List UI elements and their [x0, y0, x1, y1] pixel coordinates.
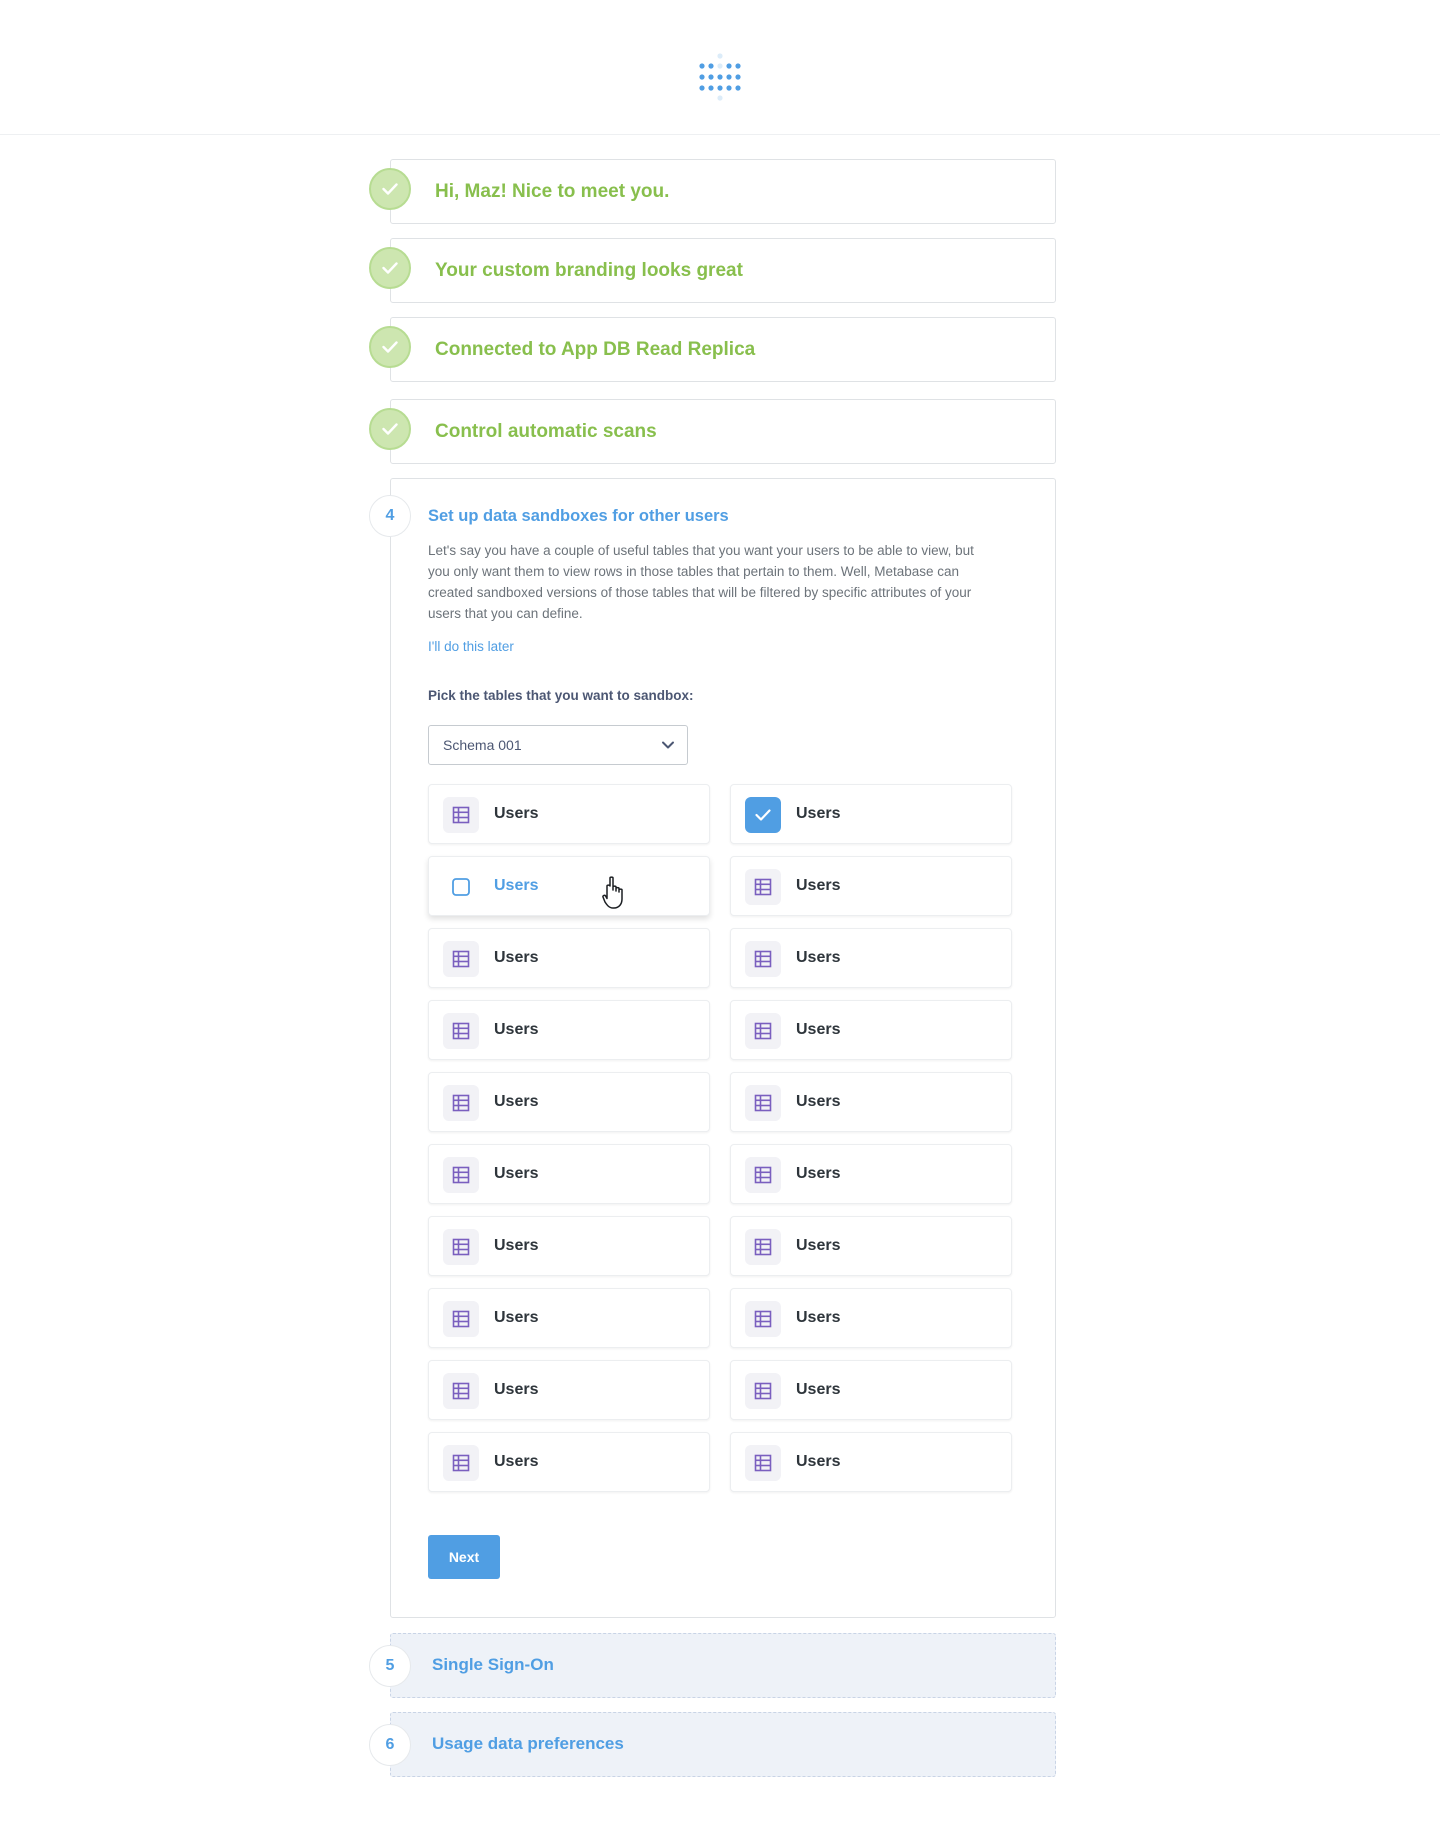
table-tile[interactable]: Users [730, 1288, 1012, 1348]
table-icon [443, 1157, 479, 1193]
step-database[interactable]: Connected to App DB Read Replica [390, 317, 1056, 382]
table-tile-label: Users [494, 1381, 539, 1398]
table-icon [745, 1301, 781, 1337]
step-title: Usage data preferences [432, 1734, 624, 1753]
step-title: Set up data sandboxes for other users [428, 507, 729, 525]
checkbox-checked-icon[interactable] [745, 797, 781, 833]
table-tile[interactable]: Users [730, 784, 1012, 844]
step-number-badge: 6 [369, 1724, 411, 1766]
table-tile-label: Users [494, 1309, 539, 1326]
table-tile-label: Users [796, 877, 841, 894]
check-icon [369, 408, 411, 450]
table-tile-label: Users [494, 805, 539, 822]
skip-link[interactable]: I'll do this later [428, 639, 514, 654]
table-icon [443, 941, 479, 977]
chevron-down-icon [662, 741, 674, 749]
table-tile[interactable]: Users [730, 856, 1012, 916]
check-icon [369, 247, 411, 289]
table-tile[interactable]: Users [428, 1072, 710, 1132]
table-tile-label: Users [494, 949, 539, 966]
table-tile[interactable]: Users [428, 856, 710, 916]
table-tile-label: Users [494, 1453, 539, 1470]
step-scans[interactable]: Control automatic scans [390, 399, 1056, 464]
table-tile-label: Users [494, 1093, 539, 1110]
step-greeting[interactable]: Hi, Maz! Nice to meet you. [390, 159, 1056, 224]
table-tile-label: Users [796, 1309, 841, 1326]
step-usage-data[interactable]: Usage data preferences [390, 1712, 1056, 1777]
table-icon [745, 1085, 781, 1121]
table-icon [443, 1445, 479, 1481]
table-icon [745, 941, 781, 977]
table-icon [745, 1013, 781, 1049]
table-icon [443, 1229, 479, 1265]
step-sandboxes: Set up data sandboxes for other users Le… [390, 478, 1056, 1618]
table-icon [745, 1445, 781, 1481]
table-tile[interactable]: Users [428, 928, 710, 988]
app-header [0, 0, 1440, 135]
table-tile[interactable]: Users [428, 1360, 710, 1420]
next-button[interactable]: Next [428, 1535, 500, 1579]
table-tile[interactable]: Users [428, 1432, 710, 1492]
step-sso[interactable]: Single Sign-On [390, 1633, 1056, 1698]
table-icon [745, 1229, 781, 1265]
table-icon [443, 1085, 479, 1121]
table-tile-label: Users [494, 1021, 539, 1038]
table-tile[interactable]: Users [730, 1432, 1012, 1492]
hand-pointer-icon [602, 876, 623, 909]
step-description: Let's say you have a couple of useful ta… [428, 543, 974, 621]
table-tile[interactable]: Users [730, 928, 1012, 988]
table-tile-label: Users [494, 877, 539, 894]
table-tile[interactable]: Users [428, 1216, 710, 1276]
table-tile[interactable]: Users [730, 1144, 1012, 1204]
table-tile[interactable]: Users [730, 1000, 1012, 1060]
table-icon [443, 1373, 479, 1409]
table-tile[interactable]: Users [730, 1072, 1012, 1132]
table-icon [745, 1157, 781, 1193]
table-icon [745, 1373, 781, 1409]
table-tile-label: Users [796, 805, 841, 822]
table-tile-label: Users [796, 949, 841, 966]
table-icon [745, 869, 781, 905]
step-branding[interactable]: Your custom branding looks great [390, 238, 1056, 303]
step-number-badge: 5 [369, 1645, 411, 1687]
schema-select-value: Schema 001 [443, 737, 522, 753]
step-title: Your custom branding looks great [435, 260, 743, 281]
table-tile-label: Users [796, 1093, 841, 1110]
schema-select[interactable]: Schema 001 [428, 725, 688, 765]
table-tile-label: Users [796, 1021, 841, 1038]
table-icon [443, 797, 479, 833]
table-icon [443, 1301, 479, 1337]
step-title: Control automatic scans [435, 421, 657, 442]
table-tile-label: Users [494, 1237, 539, 1254]
table-tile[interactable]: Users [428, 1144, 710, 1204]
table-icon [443, 1013, 479, 1049]
checkbox-empty-icon[interactable] [443, 869, 479, 905]
table-tile[interactable]: Users [428, 784, 710, 844]
metabase-logo-icon[interactable] [698, 52, 742, 102]
table-tile-label: Users [494, 1165, 539, 1182]
check-icon [369, 326, 411, 368]
table-tile-label: Users [796, 1165, 841, 1182]
step-title: Single Sign-On [432, 1655, 554, 1674]
table-tile[interactable]: Users [428, 1000, 710, 1060]
step-title: Hi, Maz! Nice to meet you. [435, 181, 670, 202]
step-number-badge: 4 [369, 495, 411, 537]
table-tile-label: Users [796, 1381, 841, 1398]
step-title: Connected to App DB Read Replica [435, 339, 756, 360]
table-tile-label: Users [796, 1237, 841, 1254]
table-tile[interactable]: Users [730, 1216, 1012, 1276]
table-tile[interactable]: Users [428, 1288, 710, 1348]
table-tile[interactable]: Users [730, 1360, 1012, 1420]
pick-tables-label: Pick the tables that you want to sandbox… [428, 688, 694, 703]
check-icon [369, 168, 411, 210]
table-tile-label: Users [796, 1453, 841, 1470]
